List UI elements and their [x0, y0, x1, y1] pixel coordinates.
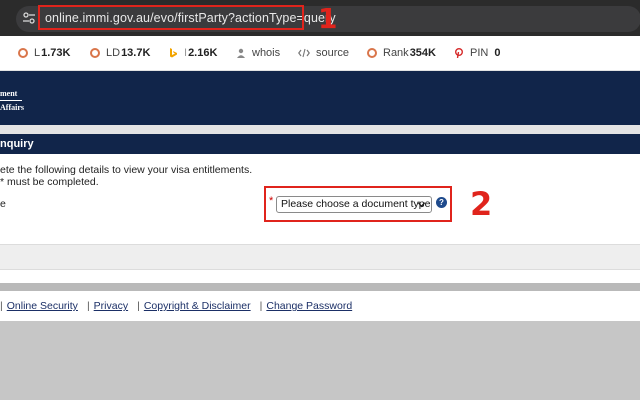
person-icon: [237, 48, 245, 58]
semrush-ring-icon: [90, 48, 100, 58]
footer-divider: [0, 283, 640, 291]
seo-item-pinterest[interactable]: PIN 0: [454, 47, 500, 59]
page-background: [0, 321, 640, 400]
pinterest-icon: [455, 48, 463, 58]
footer-separator: |: [137, 300, 140, 312]
content-spacer: [0, 270, 640, 283]
site-header: ment Affairs: [0, 71, 640, 125]
page-title: nquiry: [0, 138, 34, 150]
footer-link-online-security[interactable]: Online Security: [7, 300, 78, 312]
header-spacer: [0, 125, 640, 134]
document-type-label: e: [0, 198, 6, 210]
seo-item-bing-index[interactable]: I 2.16K: [168, 47, 217, 59]
required-note: * must be completed.: [0, 176, 99, 188]
annotation-marker-2: 2: [470, 185, 493, 223]
footer: | Online Security | Privacy | Copyright & Dis…: [0, 291, 640, 321]
seo-item-rank[interactable]: Rank 354K: [367, 47, 436, 59]
seo-item-whois[interactable]: whois: [236, 47, 280, 59]
semrush-ring-icon: [367, 48, 377, 58]
footer-link-change-password[interactable]: Change Password: [266, 300, 352, 312]
seo-item-links[interactable]: L 1.73K: [18, 47, 70, 59]
footer-separator: |: [0, 300, 3, 312]
form-instruction: ete the following details to view your v…: [0, 164, 253, 176]
logo-divider: [0, 100, 22, 101]
seo-item-source[interactable]: source: [298, 47, 349, 59]
annotation-marker-1: 1: [318, 2, 338, 35]
footer-links: | Online Security | Privacy | Copyright & Dis…: [0, 300, 352, 312]
annotation-box-select: [264, 186, 452, 222]
semrush-ring-icon: [18, 48, 28, 58]
seo-toolbar: L 1.73K LD 13.7K I 2.16K whois source Ra…: [0, 36, 640, 71]
button-bar: [0, 244, 640, 270]
logo-text-line1: ment: [0, 89, 18, 98]
footer-separator: |: [86, 300, 90, 312]
bing-icon: [170, 48, 177, 58]
seo-item-link-domains[interactable]: LD 13.7K: [90, 47, 150, 59]
logo-text-line2: Affairs: [0, 103, 24, 112]
section-header: nquiry: [0, 134, 640, 154]
footer-separator: |: [259, 300, 263, 312]
annotation-box-url: [38, 5, 304, 30]
code-icon: [298, 48, 310, 58]
footer-link-privacy[interactable]: Privacy: [94, 300, 128, 312]
footer-link-copyright-disclaimer[interactable]: Copyright & Disclaimer: [144, 300, 251, 312]
site-settings-icon[interactable]: [22, 11, 36, 25]
